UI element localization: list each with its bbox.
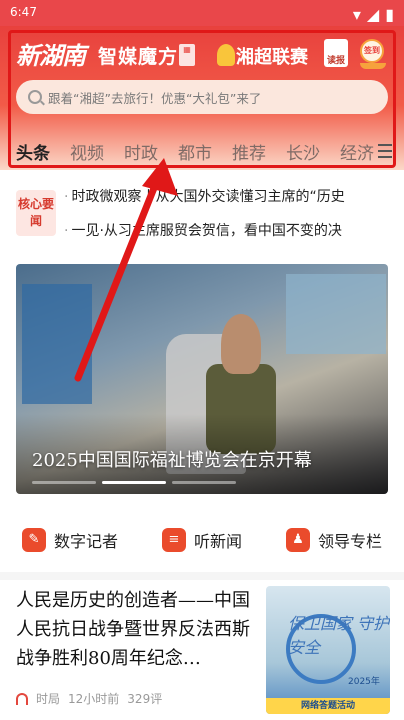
carousel-dot: [32, 481, 96, 484]
core-news-badge: 核心要闻: [16, 190, 56, 236]
ticker-item[interactable]: 时政微观察丨从大国外交读懂习主席的“历史: [64, 186, 390, 220]
battery-icon: ▮: [385, 5, 394, 24]
hero-image-head: [221, 314, 261, 374]
status-icons: ▾ ◢ ▮: [353, 5, 394, 24]
quick-link-leader-column[interactable]: ♟ 领导专栏: [285, 528, 382, 552]
quick-link-listen-news[interactable]: ≡ 听新闻: [161, 528, 242, 552]
microphone-icon: ✎: [21, 528, 46, 552]
carousel-dot: [172, 481, 236, 484]
article-thumbnail[interactable]: 保卫国家 守护安全 2025年 网络答题活动: [266, 586, 390, 714]
carousel-indicator: [32, 481, 236, 484]
section-divider: [0, 572, 404, 580]
hero-image-panel: [286, 274, 386, 354]
carousel-dot-active: [102, 481, 166, 484]
status-bar: 6:47 ▾ ◢ ▮: [0, 0, 404, 26]
quick-link-label: 听新闻: [193, 532, 242, 551]
news-ticker: 时政微观察丨从大国外交读懂习主席的“历史 一见·从习主席服贸会贺信，看中国不变的…: [64, 186, 390, 254]
wifi-icon: ▾: [352, 5, 361, 24]
thumbnail-band: 网络答题活动: [266, 698, 390, 714]
article-title[interactable]: 人民是历史的创造者——中国人民抗日战争暨世界反法西斯战争胜利80周年纪念…: [16, 586, 256, 673]
annotation-highlight-box: [8, 30, 396, 168]
quick-link-digital-reporter[interactable]: ✎ 数字记者: [21, 528, 118, 552]
hero-image-panel: [22, 284, 92, 404]
article-meta: 时局 12小时前 329评: [16, 690, 162, 707]
headphone-icon[interactable]: [16, 692, 28, 705]
thumbnail-year: 2025年: [348, 677, 380, 687]
hero-caption: 2025中国国际福祉博览会在京开幕: [32, 450, 312, 471]
hero-carousel[interactable]: 2025中国国际福祉博览会在京开幕: [16, 264, 388, 494]
radio-icon: ≡: [161, 528, 186, 552]
ticker-item[interactable]: 一见·从习主席服贸会贺信，看中国不变的决: [64, 220, 390, 254]
article-time: 12小时前: [68, 692, 120, 706]
quick-link-label: 领导专栏: [317, 532, 382, 551]
quick-link-label: 数字记者: [53, 532, 118, 551]
status-time: 6:47: [10, 5, 37, 19]
leader-icon: ♟: [285, 528, 310, 552]
article-comments: 329评: [127, 692, 163, 706]
quick-links: ✎ 数字记者 ≡ 听新闻 ♟ 领导专栏: [0, 520, 404, 560]
thumbnail-title: 保卫国家 守护安全: [288, 614, 390, 657]
signal-icon: ◢: [366, 5, 380, 24]
article-source: 时局: [36, 692, 61, 706]
